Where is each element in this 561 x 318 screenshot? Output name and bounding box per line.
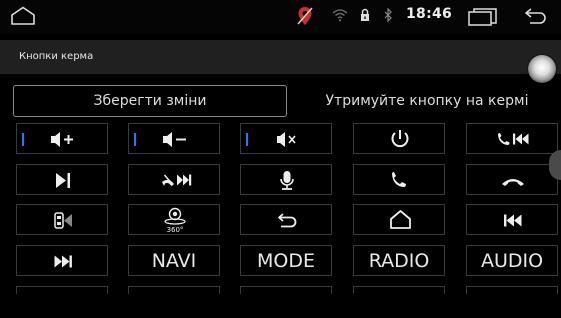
steering-button-call[interactable] bbox=[353, 164, 445, 195]
steering-button-radio[interactable]: RADIO bbox=[353, 245, 445, 276]
rear-camera-icon bbox=[54, 212, 72, 229]
steering-button-label: NAVI bbox=[151, 250, 197, 272]
save-changes-button[interactable]: Зберегти зміни bbox=[13, 85, 287, 117]
steering-button-vol-down[interactable] bbox=[128, 123, 220, 154]
back-arrow-icon bbox=[278, 213, 297, 228]
hold-button-hint: Утримуйте кнопку на кермі bbox=[325, 93, 529, 109]
partial-row-cell bbox=[353, 286, 445, 294]
partial-row-cell bbox=[466, 286, 558, 294]
camera-360-icon: 360° bbox=[164, 207, 186, 234]
steering-button-hangup-next[interactable] bbox=[128, 164, 220, 195]
steering-button-label: AUDIO bbox=[480, 250, 544, 272]
partial-row-cell bbox=[128, 286, 220, 294]
wifi-icon bbox=[332, 9, 348, 22]
bottom-bar bbox=[0, 294, 561, 318]
home-outline-icon[interactable] bbox=[10, 6, 36, 26]
partial-row-cell bbox=[240, 286, 332, 294]
mute-icon bbox=[277, 132, 296, 147]
steering-button-navi[interactable]: NAVI bbox=[128, 245, 220, 276]
lock-icon bbox=[361, 8, 369, 21]
previous-track-icon bbox=[504, 214, 522, 227]
partial-row-cell bbox=[16, 286, 108, 294]
title-bar: Кнопки керма bbox=[0, 40, 561, 74]
steering-button-prev[interactable] bbox=[466, 204, 558, 235]
steering-button-label: RADIO bbox=[368, 250, 430, 272]
play-pause-icon bbox=[56, 173, 70, 188]
phone-icon bbox=[392, 172, 406, 187]
call-previous-icon bbox=[498, 133, 529, 145]
no-gps-icon bbox=[297, 7, 313, 25]
bluetooth-icon bbox=[384, 8, 392, 22]
steering-button-next[interactable] bbox=[16, 245, 108, 276]
status-bar: 18:46 bbox=[0, 0, 561, 34]
microphone-icon bbox=[280, 171, 294, 190]
steering-button-power[interactable] bbox=[353, 123, 445, 154]
side-drawer-handle[interactable] bbox=[549, 150, 561, 180]
hangup-next-icon bbox=[162, 174, 192, 186]
next-track-icon bbox=[54, 255, 72, 268]
page-title: Кнопки керма bbox=[19, 51, 94, 62]
steering-button-mute[interactable] bbox=[240, 123, 332, 154]
steering-button-vol-up[interactable] bbox=[16, 123, 108, 154]
back-icon[interactable] bbox=[524, 7, 548, 25]
steering-button-voice[interactable] bbox=[240, 164, 332, 195]
status-time: 18:46 bbox=[406, 6, 453, 22]
steering-button-back[interactable] bbox=[240, 204, 332, 235]
volume-up-icon bbox=[51, 132, 73, 147]
steering-button-call-prev[interactable] bbox=[466, 123, 558, 154]
floating-assistive-button[interactable] bbox=[528, 55, 556, 83]
steering-button-label: MODE bbox=[257, 250, 315, 272]
power-icon bbox=[391, 130, 409, 148]
home-icon bbox=[390, 210, 411, 229]
steering-button-audio[interactable]: AUDIO bbox=[466, 245, 558, 276]
volume-down-icon bbox=[163, 132, 186, 147]
steering-button-mode[interactable]: MODE bbox=[240, 245, 332, 276]
hangup-icon bbox=[502, 179, 524, 186]
steering-button-cam360[interactable]: 360° bbox=[128, 204, 220, 235]
steering-button-play-pause[interactable] bbox=[16, 164, 108, 195]
svg-text:360°: 360° bbox=[167, 226, 184, 234]
recent-apps-icon[interactable] bbox=[468, 8, 498, 26]
steering-button-home[interactable] bbox=[353, 204, 445, 235]
steering-button-hangup[interactable] bbox=[466, 164, 558, 195]
steering-button-camera[interactable] bbox=[16, 204, 108, 235]
